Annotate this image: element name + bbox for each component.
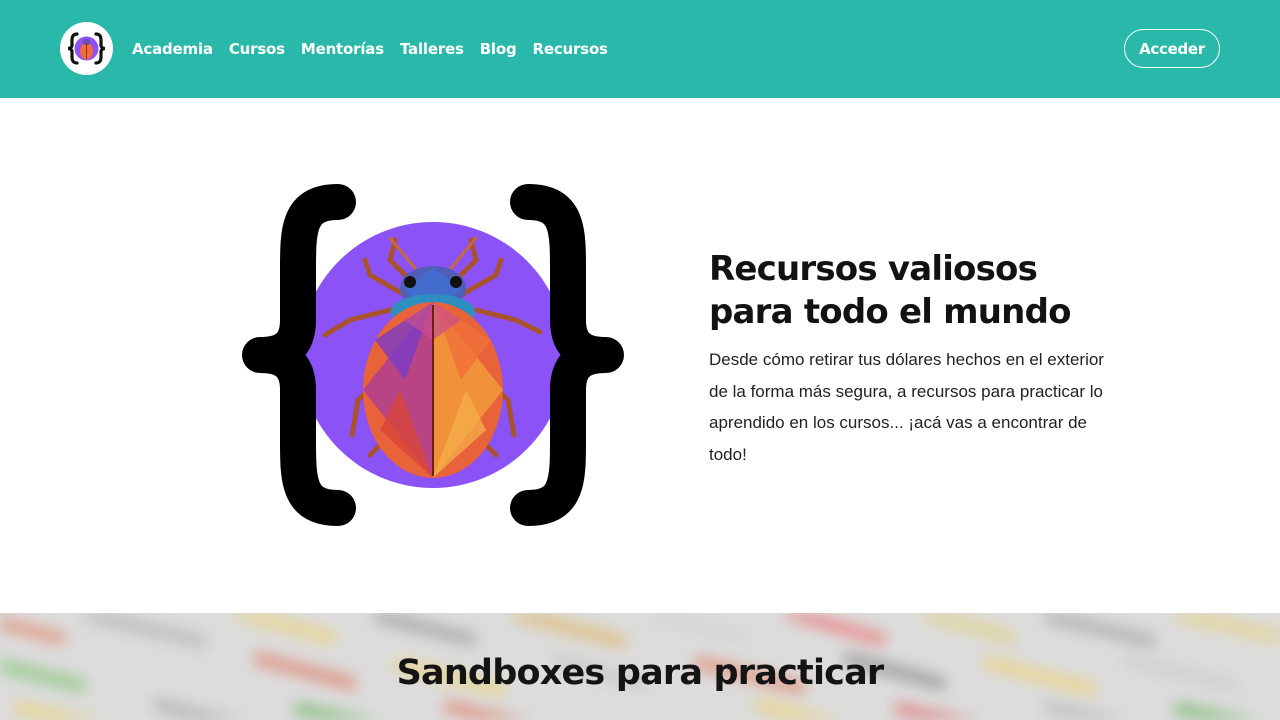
nav-mentorias[interactable]: Mentorías bbox=[301, 40, 384, 58]
nav-academia[interactable]: Academia bbox=[132, 40, 213, 58]
beetle-in-braces-icon bbox=[242, 184, 624, 526]
login-button[interactable]: Acceder bbox=[1124, 29, 1220, 68]
nav-recursos[interactable]: Recursos bbox=[533, 40, 608, 58]
nav-cursos[interactable]: Cursos bbox=[229, 40, 285, 58]
logo-home-link[interactable] bbox=[60, 22, 113, 75]
beetle-braces-logo-icon bbox=[67, 32, 106, 65]
nav-blog[interactable]: Blog bbox=[480, 40, 517, 58]
hero-illustration bbox=[240, 180, 626, 530]
hero-title: Recursos valiosos para todo el mundo bbox=[709, 249, 1071, 332]
sandboxes-section: Sandboxes para practicar bbox=[0, 613, 1280, 720]
main-nav: Academia Cursos Mentorías Talleres Blog … bbox=[132, 38, 608, 60]
hero-text-block: Recursos valiosos para todo el mundo Des… bbox=[709, 248, 1129, 470]
nav-talleres[interactable]: Talleres bbox=[400, 40, 464, 58]
top-navbar: Academia Cursos Mentorías Talleres Blog … bbox=[0, 0, 1280, 98]
sandboxes-title: Sandboxes para practicar bbox=[396, 653, 885, 693]
hero-description: Desde cómo retirar tus dólares hechos en… bbox=[709, 350, 1104, 464]
